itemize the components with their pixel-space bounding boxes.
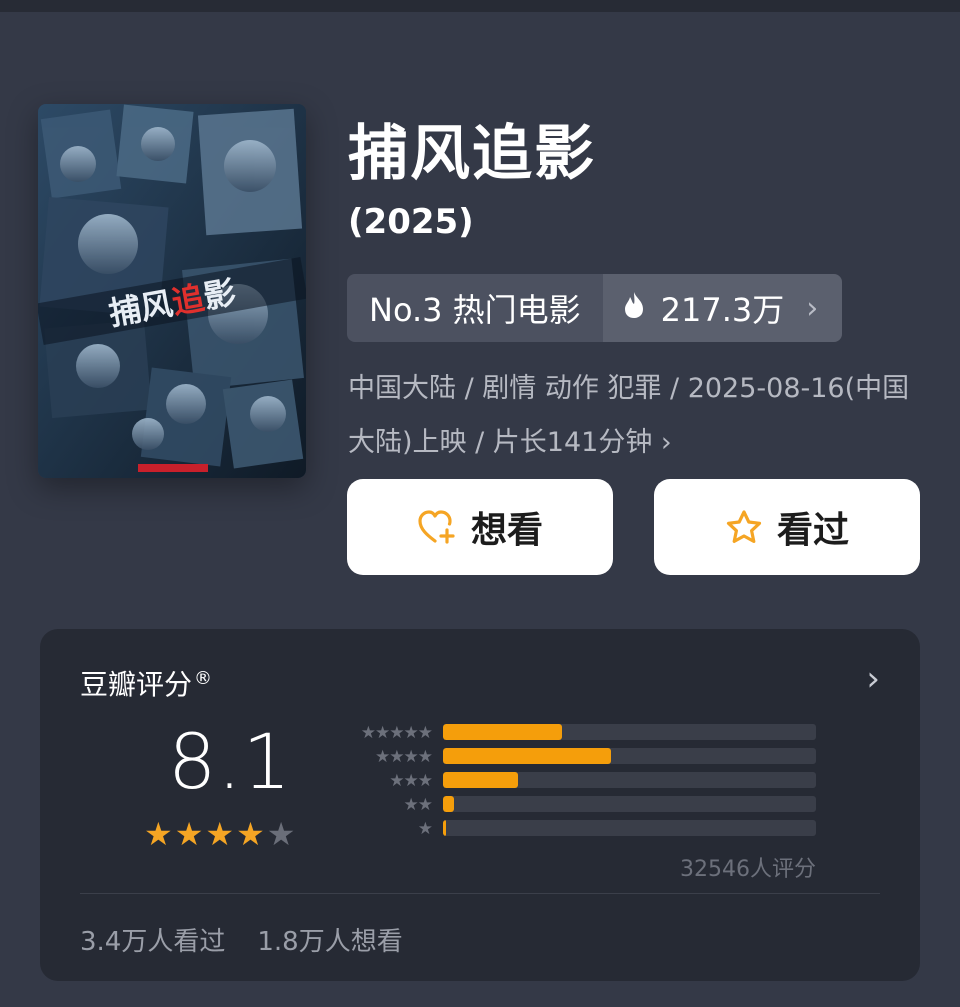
heat-section[interactable]: 217.3万 ›: [602, 274, 843, 342]
distribution-row: ★★★★★: [336, 721, 816, 745]
distribution-row: ★★★★: [336, 745, 816, 769]
rank-pill[interactable]: No.3 热门电影 217.3万 ›: [347, 274, 843, 342]
distribution-bar-fill: [443, 772, 518, 788]
rating-title-text: 豆瓣评分: [80, 668, 193, 701]
rating-score: 8.1: [168, 717, 292, 806]
flame-icon: [623, 289, 645, 327]
rating-stars: ★ ★ ★ ★ ★: [144, 817, 295, 851]
divider: [80, 893, 880, 894]
distribution-row: ★★: [336, 793, 816, 817]
star-icon: ★: [266, 815, 296, 853]
star-icon: ★: [236, 815, 265, 853]
star-outline-icon: [725, 509, 763, 545]
distribution-stars-label: ★★★★: [375, 747, 433, 767]
distribution-stars-label: ★★★★★: [360, 723, 433, 743]
distribution-bar-track: [443, 724, 816, 740]
movie-poster[interactable]: 捕风 追 影: [38, 104, 306, 478]
top-status-strip: [0, 0, 960, 12]
distribution-bar-track: [443, 820, 816, 836]
movie-title: 捕风追影: [348, 119, 596, 189]
heart-plus-icon: [417, 509, 457, 545]
star-icon: ★: [174, 815, 204, 853]
movie-meta[interactable]: 中国大陆 / 剧情 动作 犯罪 / 2025-08-16(中国大陆)上映 / 片…: [348, 362, 918, 470]
chevron-right-icon: ›: [806, 290, 819, 326]
star-icon: ★: [144, 815, 173, 853]
poster-art: 捕风 追 影: [38, 104, 306, 478]
rating-card[interactable]: 豆瓣评分 ® › 8.1 ★ ★ ★ ★ ★ ★★★★★ ★★★★ ★★★ ★★ ★ 32546人…: [40, 629, 920, 981]
distribution-stars-label: ★★: [403, 795, 433, 815]
rating-count: 32546人评分: [680, 857, 816, 882]
distribution-bar-fill: [443, 748, 611, 764]
heat-value: 217.3万: [660, 291, 785, 329]
distribution-bar-track: [443, 772, 816, 788]
movie-year: (2025): [348, 202, 474, 242]
distribution-bar-track: [443, 748, 816, 764]
distribution-bar-fill: [443, 796, 455, 812]
distribution-stars-label: ★: [417, 819, 433, 839]
want-to-watch-button[interactable]: 想看: [347, 479, 613, 575]
distribution-bar-track: [443, 796, 816, 812]
rating-title: 豆瓣评分 ®: [80, 663, 212, 703]
want-label: 想看: [470, 510, 543, 551]
svg-text:影: 影: [201, 273, 239, 316]
chevron-right-icon[interactable]: ›: [866, 659, 880, 699]
rating-distribution: ★★★★★ ★★★★ ★★★ ★★ ★: [336, 721, 816, 841]
want-count: 1.8万人想看: [257, 927, 403, 957]
distribution-row: ★★★: [336, 769, 816, 793]
rating-footer: 3.4万人看过 1.8万人想看: [80, 921, 403, 958]
distribution-stars-label: ★★★: [389, 771, 433, 791]
seen-label: 看过: [776, 510, 849, 551]
seen-count: 3.4万人看过: [80, 927, 226, 957]
rank-label[interactable]: No.3 热门电影: [347, 274, 603, 342]
star-icon: ★: [205, 815, 235, 853]
distribution-bar-fill: [443, 724, 563, 740]
registered-mark: ®: [194, 667, 213, 689]
watched-button[interactable]: 看过: [654, 479, 920, 575]
distribution-row: ★: [336, 817, 816, 841]
distribution-bar-fill: [443, 820, 446, 836]
